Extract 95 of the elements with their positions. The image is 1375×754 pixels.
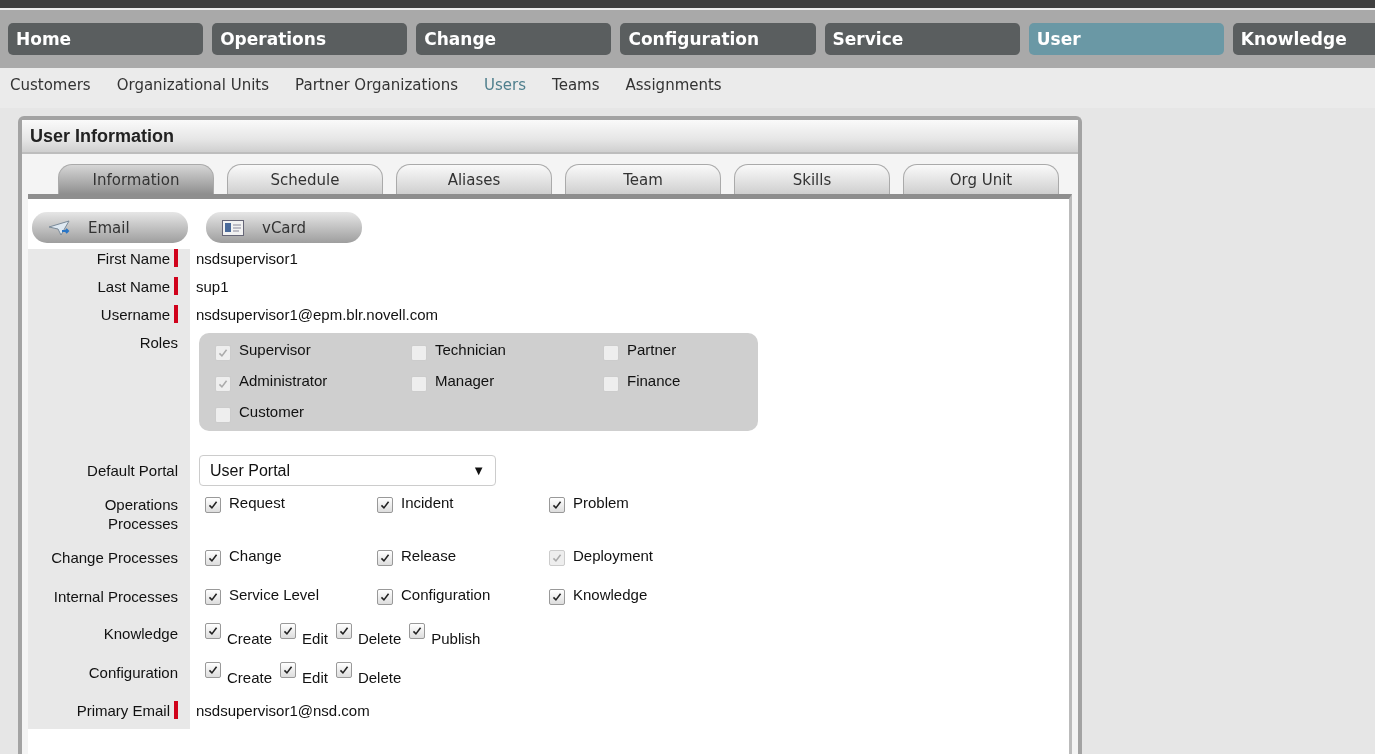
checkbox-label: Knowledge [573, 585, 648, 605]
tab[interactable]: Skills [734, 164, 890, 194]
checkbox-label: Service Level [229, 585, 320, 605]
checkbox-label: Partner [627, 340, 677, 360]
checkbox[interactable] [409, 623, 426, 639]
checkbox[interactable] [549, 589, 565, 605]
tab[interactable]: Aliases [396, 164, 552, 194]
checkmark-icon [338, 665, 349, 675]
field-value: nsdsupervisor1@epm.blr.novell.com [196, 306, 438, 323]
checkmark-icon [380, 500, 390, 510]
checkbox-label: Create [227, 629, 273, 649]
checkbox[interactable] [335, 623, 352, 639]
nav-tab[interactable]: Home [8, 23, 204, 55]
tab[interactable]: Team [565, 164, 721, 194]
checkbox-label: Problem [573, 493, 629, 513]
checkbox-label: Incident [401, 493, 454, 513]
checkbox-label: Edit [302, 668, 328, 688]
checkbox[interactable] [549, 497, 565, 513]
portal-dropdown[interactable]: User Portal ▼ [199, 455, 496, 486]
checkbox-label: Delete [357, 668, 402, 688]
checkmark-icon [208, 592, 218, 602]
checkmark-icon [338, 626, 349, 636]
field-value: nsdsupervisor1@nsd.com [196, 702, 370, 719]
checkbox[interactable] [377, 589, 393, 605]
checkbox-label: Administrator [239, 371, 328, 391]
checkbox-label: Supervisor [239, 340, 311, 360]
checkbox-label: Edit [302, 629, 328, 649]
field-value: sup1 [196, 278, 229, 295]
checkbox-label: Create [227, 668, 273, 688]
nav-tab[interactable]: Knowledge [1232, 23, 1375, 55]
checkmark-icon [218, 348, 228, 358]
field-label: Configuration [88, 663, 178, 682]
paper-plane-icon [48, 219, 70, 236]
checkbox-label: Configuration [401, 585, 491, 605]
checkmark-icon [380, 592, 390, 602]
field-label: Primary Email [76, 701, 170, 720]
checkmark-icon [552, 553, 562, 563]
checkmark-icon [380, 553, 390, 563]
field-label: Default Portal [87, 461, 178, 480]
checkbox[interactable] [205, 589, 221, 605]
checkbox[interactable] [377, 550, 393, 566]
nav-tab[interactable]: Service [824, 23, 1020, 55]
checkbox-label: Release [401, 546, 457, 566]
checkbox[interactable] [280, 623, 297, 639]
tab[interactable]: Schedule [227, 164, 383, 194]
nav-tab[interactable]: Operations [212, 23, 408, 55]
nav-tab[interactable]: Configuration [620, 23, 816, 55]
checkmark-icon [208, 665, 218, 675]
checkmark-icon [283, 626, 294, 636]
checkmark-icon [218, 379, 228, 389]
action-button[interactable]: Email [32, 212, 188, 243]
subnav-link[interactable]: Customers [10, 76, 91, 94]
tab[interactable]: Information [58, 164, 214, 194]
subnav-link[interactable]: Organizational Units [116, 76, 270, 94]
checkbox[interactable] [335, 662, 352, 678]
checkmark-icon [208, 626, 218, 636]
field-label: First Name [96, 249, 170, 268]
field-label: Change Processes [51, 548, 178, 567]
field-label: Roles [139, 333, 178, 352]
field-label: Username [100, 305, 170, 324]
checkmark-icon [412, 626, 423, 636]
checkbox-label: Technician [435, 340, 506, 360]
action-button[interactable]: vCard [206, 212, 362, 243]
field-label: Last Name [97, 277, 170, 296]
subnav-link[interactable]: Teams [552, 76, 600, 94]
checkbox-label: Request [229, 493, 285, 513]
contact-card-icon [222, 219, 244, 236]
nav-tab[interactable]: Change [416, 23, 612, 55]
tab[interactable]: Org Unit [903, 164, 1059, 194]
checkbox-label: Publish [431, 629, 481, 649]
checkbox[interactable] [205, 623, 221, 639]
checkbox-label: Customer [239, 402, 305, 422]
field-label: Internal Processes [53, 587, 178, 606]
checkbox-label: Finance [627, 371, 681, 391]
checkbox-label: Delete [357, 629, 402, 649]
checkmark-icon [208, 500, 218, 510]
checkbox[interactable] [205, 662, 221, 678]
checkmark-icon [283, 665, 294, 675]
checkbox-label: Manager [435, 371, 495, 391]
field-value: nsdsupervisor1 [196, 250, 298, 267]
checkbox-label: Change [229, 546, 282, 566]
checkbox-label: Deployment [573, 546, 654, 566]
checkmark-icon [552, 500, 562, 510]
subnav-link[interactable]: Partner Organizations [295, 76, 459, 94]
subnav-link[interactable]: Users [484, 76, 527, 94]
checkmark-icon [552, 592, 562, 602]
panel-title: User Information [22, 120, 1078, 154]
checkbox[interactable] [205, 550, 221, 566]
checkbox[interactable] [205, 497, 221, 513]
checkbox[interactable] [377, 497, 393, 513]
subnav-link[interactable]: Assignments [625, 76, 722, 94]
checkbox[interactable] [280, 662, 297, 678]
checkmark-icon [208, 553, 218, 563]
field-label: Knowledge [103, 624, 178, 643]
field-label: Operations Processes [103, 495, 178, 533]
